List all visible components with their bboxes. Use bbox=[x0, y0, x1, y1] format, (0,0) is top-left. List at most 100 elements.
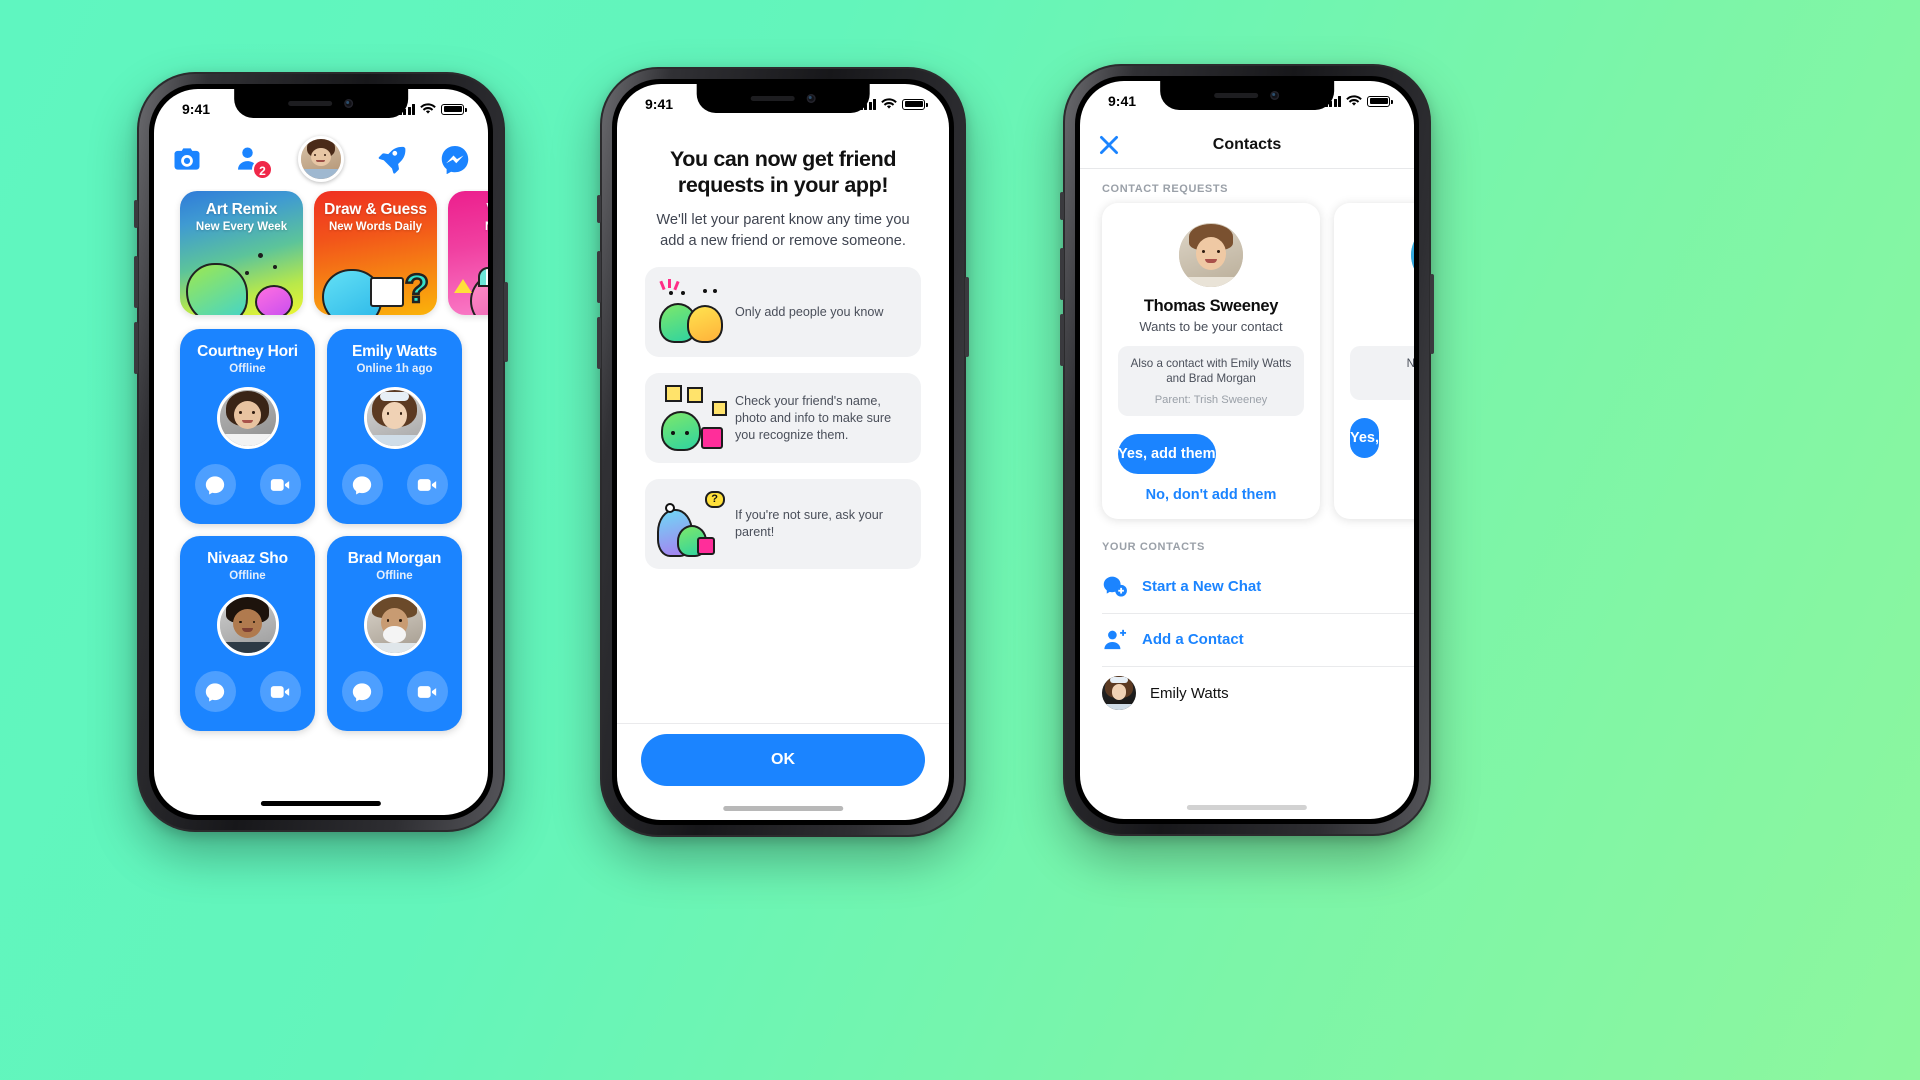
profile-avatar[interactable] bbox=[298, 136, 344, 182]
volume-down-button[interactable] bbox=[1060, 314, 1064, 366]
video-camera-icon[interactable] bbox=[406, 671, 448, 712]
request-info-box: Also a contact with Emily Watts and Brad… bbox=[1118, 346, 1304, 416]
volume-up-button[interactable] bbox=[1060, 248, 1064, 300]
notch bbox=[696, 84, 870, 113]
request-info-line-1: Not a con curr bbox=[1406, 357, 1414, 370]
two-characters-waving-sticker bbox=[655, 279, 729, 345]
friend-actions bbox=[194, 671, 301, 712]
contacts-icon[interactable]: 2 bbox=[235, 144, 273, 180]
camera-icon[interactable] bbox=[172, 144, 202, 174]
screen: 9:41 2 Art Remix New Every Week Draw & G… bbox=[154, 89, 488, 815]
friend-card[interactable]: Emily Watts Online 1h ago bbox=[327, 329, 462, 524]
volume-up-button[interactable] bbox=[134, 256, 138, 308]
list-item-start-new-chat[interactable]: Start a New Chat bbox=[1102, 561, 1414, 614]
home-indicator[interactable] bbox=[1186, 805, 1308, 810]
accept-request-button[interactable]: Yes, bbox=[1350, 418, 1380, 459]
friend-status: Offline bbox=[376, 570, 413, 582]
game-subtitle: New Wor bbox=[448, 221, 488, 233]
contact-request-card[interactable]: Din Wants to Not a con curr Parent: Yes,… bbox=[1334, 203, 1414, 519]
friend-status: Online 1h ago bbox=[356, 363, 433, 375]
video-camera-icon[interactable] bbox=[259, 464, 301, 505]
notch bbox=[1160, 81, 1334, 110]
power-button[interactable] bbox=[965, 277, 969, 357]
top-navigation-bar: 2 bbox=[154, 129, 488, 189]
game-subtitle: New Every Week bbox=[195, 221, 288, 233]
front-camera-icon bbox=[806, 94, 816, 103]
decline-request-button[interactable]: No, don't add them bbox=[1118, 487, 1304, 503]
list-item-add-a-contact[interactable]: Add a Contact bbox=[1102, 614, 1414, 667]
friend-card[interactable]: Courtney Hori Offline bbox=[180, 329, 315, 524]
game-card[interactable]: Art Remix New Every Week bbox=[180, 191, 303, 315]
home-indicator[interactable] bbox=[260, 801, 382, 806]
page-title: Contacts bbox=[1212, 135, 1282, 153]
messenger-icon[interactable] bbox=[440, 144, 470, 174]
decline-request-button[interactable]: No, do bbox=[1350, 471, 1414, 487]
friend-name: Brad Morgan bbox=[347, 550, 442, 567]
phone-right-contacts: 9:41 Contacts CONTACT REQUESTS Thomas Sw… bbox=[1060, 64, 1434, 836]
power-button[interactable] bbox=[1430, 274, 1434, 354]
phone-left-kids-home: 9:41 2 Art Remix New Every Week Draw & G… bbox=[134, 72, 508, 832]
friend-actions bbox=[341, 671, 448, 712]
info-scroll-area: You can now get friend requests in your … bbox=[617, 126, 949, 723]
friend-name: Courtney Hori bbox=[197, 343, 298, 360]
power-button[interactable] bbox=[504, 282, 508, 362]
friend-status: Offline bbox=[229, 363, 266, 375]
list-item-label: Emily Watts bbox=[1150, 684, 1229, 702]
friend-status: Offline bbox=[229, 570, 266, 582]
info-row: Only add people you know bbox=[645, 267, 921, 358]
confetti-dot bbox=[245, 271, 249, 275]
home-indicator[interactable] bbox=[723, 806, 843, 811]
mute-switch[interactable] bbox=[1060, 192, 1064, 220]
character-with-checkmarks-sticker bbox=[655, 385, 729, 452]
info-row: Check your friend's name, photo and info… bbox=[645, 373, 921, 464]
games-carousel[interactable]: Art Remix New Every Week Draw & Guess Ne… bbox=[154, 189, 488, 315]
chat-bubble-icon[interactable] bbox=[341, 464, 383, 505]
chat-bubble-icon[interactable] bbox=[194, 671, 236, 712]
accept-request-button[interactable]: Yes, add them bbox=[1118, 433, 1216, 474]
section-label-your-contacts: YOUR CONTACTS bbox=[1102, 540, 1205, 553]
friend-actions bbox=[341, 464, 448, 505]
request-name: Thomas Sweeney bbox=[1143, 297, 1279, 315]
front-camera-icon bbox=[1270, 91, 1280, 100]
ok-button[interactable]: OK bbox=[641, 734, 925, 786]
virtual-hat-icon bbox=[478, 267, 488, 287]
video-camera-icon[interactable] bbox=[259, 671, 301, 712]
friend-card[interactable]: Nivaaz Sho Offline bbox=[180, 536, 315, 731]
monster-and-character-question-sticker: ? bbox=[655, 491, 729, 558]
game-title: Draw & Guess bbox=[324, 201, 427, 218]
volume-down-button[interactable] bbox=[597, 317, 601, 369]
mute-switch[interactable] bbox=[597, 195, 601, 223]
mute-switch[interactable] bbox=[134, 200, 138, 228]
friend-card[interactable]: Brad Morgan Offline bbox=[327, 536, 462, 731]
list-item-contact[interactable]: Emily Watts bbox=[1102, 667, 1414, 720]
request-info-box: Not a con curr Parent: bbox=[1350, 346, 1414, 401]
game-title: Art Remix bbox=[205, 201, 278, 218]
friend-name: Emily Watts bbox=[351, 343, 438, 360]
game-card[interactable]: Draw & Guess New Words Daily ? bbox=[314, 191, 437, 315]
screen: 9:41 Contacts CONTACT REQUESTS Thomas Sw… bbox=[1080, 81, 1414, 819]
contact-avatar bbox=[1102, 676, 1136, 711]
chat-bubble-icon[interactable] bbox=[341, 671, 383, 712]
friends-grid: Courtney Hori Offline Emily Watts Online… bbox=[154, 315, 488, 731]
art-remix-bird-icon bbox=[255, 285, 293, 315]
star-icon bbox=[454, 279, 472, 293]
request-avatar bbox=[1411, 223, 1414, 287]
rocket-icon[interactable] bbox=[377, 144, 407, 174]
earpiece-speaker bbox=[1214, 93, 1259, 98]
phone-bezel: 9:41 Contacts CONTACT REQUESTS Thomas Sw… bbox=[1075, 76, 1419, 824]
close-x-icon[interactable] bbox=[1096, 132, 1122, 158]
volume-up-button[interactable] bbox=[597, 251, 601, 303]
chat-bubble-icon[interactable] bbox=[194, 464, 236, 505]
game-title: Virtual bbox=[448, 201, 488, 219]
contact-request-card[interactable]: Thomas Sweeney Wants to be your contact … bbox=[1102, 203, 1320, 519]
video-camera-icon[interactable] bbox=[406, 464, 448, 505]
contacts-header: Contacts bbox=[1080, 121, 1414, 169]
section-label-contact-requests: CONTACT REQUESTS bbox=[1102, 183, 1229, 195]
wifi-icon bbox=[420, 103, 436, 114]
game-card[interactable]: Virtual New Wor bbox=[448, 191, 488, 315]
friend-actions bbox=[194, 464, 301, 505]
earpiece-speaker bbox=[750, 96, 795, 101]
volume-down-button[interactable] bbox=[134, 322, 138, 374]
contact-requests-carousel[interactable]: Thomas Sweeney Wants to be your contact … bbox=[1080, 203, 1414, 519]
front-camera-icon bbox=[344, 99, 354, 108]
